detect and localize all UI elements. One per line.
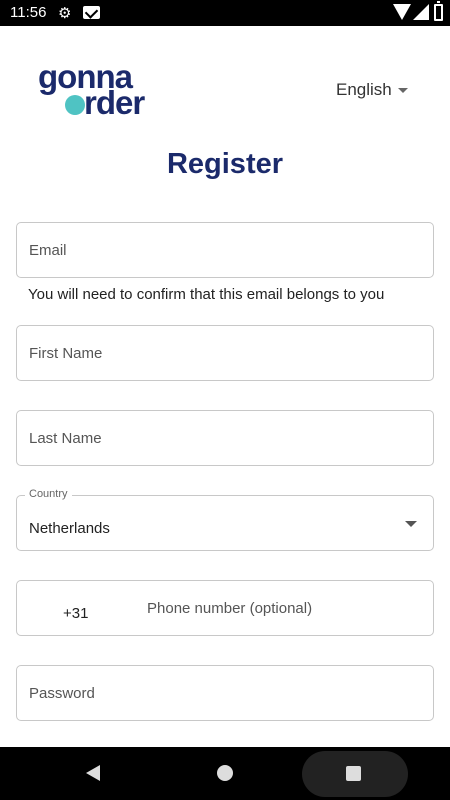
clock: 11:56 (10, 4, 47, 21)
chevron-down-icon (397, 87, 408, 93)
signal-icon (413, 4, 429, 20)
gear-icon: ⚙ (58, 5, 72, 22)
battery-icon (434, 1, 443, 21)
language-selector[interactable]: English (336, 80, 408, 100)
recents-icon[interactable] (346, 766, 361, 781)
mail-icon (83, 6, 100, 19)
last-name-field[interactable]: Last Name (16, 410, 434, 466)
country-select[interactable]: Country Netherlands (16, 488, 434, 551)
logo-text-line2: rder (84, 84, 145, 121)
wifi-icon (393, 4, 411, 20)
phone-country-code[interactable]: +31 (63, 605, 88, 622)
page-title: Register (166, 148, 284, 180)
home-icon[interactable] (217, 765, 233, 781)
status-bar: 11:56 ⚙ (0, 0, 450, 26)
country-value: Netherlands (29, 520, 110, 537)
system-nav-bar (0, 747, 450, 800)
phone-field[interactable]: +31 Phone number (optional) (16, 580, 434, 636)
back-icon[interactable] (86, 765, 100, 781)
password-field[interactable]: Password (16, 665, 434, 721)
phone-placeholder: Phone number (optional) (147, 600, 313, 617)
language-label: English (336, 80, 392, 99)
last-name-placeholder: Last Name (29, 430, 102, 447)
logo-dot (65, 95, 85, 115)
password-placeholder: Password (29, 685, 95, 702)
gonnaorder-logo: gonna rder (38, 60, 153, 120)
first-name-field[interactable]: First Name (16, 325, 434, 381)
email-hint: You will need to confirm that this email… (28, 286, 385, 303)
email-placeholder: Email (29, 242, 67, 259)
email-field[interactable]: Email (16, 222, 434, 278)
dropdown-arrow-icon (405, 521, 417, 527)
country-label: Country (25, 488, 72, 500)
first-name-placeholder: First Name (29, 345, 103, 362)
